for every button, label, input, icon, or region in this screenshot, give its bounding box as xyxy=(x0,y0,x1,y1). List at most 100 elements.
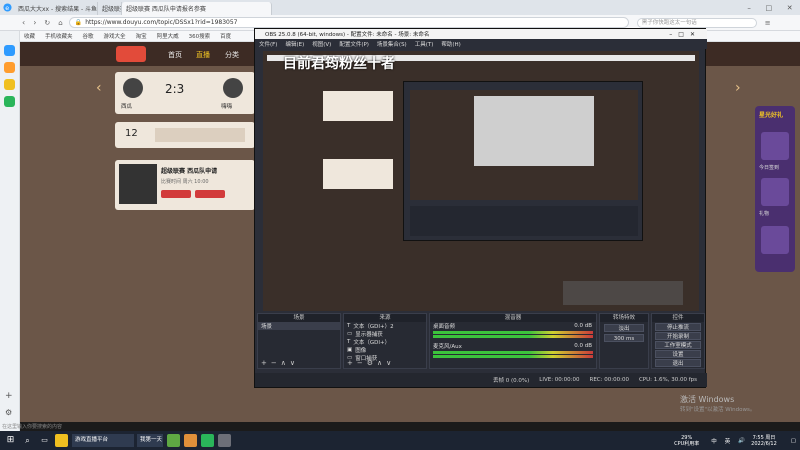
home-icon[interactable]: ⌂ xyxy=(58,19,62,27)
match-card[interactable]: 2:3 西瓜 嗨嗨 xyxy=(115,72,255,114)
tab-active-page[interactable]: 超级联赛 西瓜队申请报名参赛 xyxy=(122,2,272,15)
studio-mode-button[interactable]: 工作室模式 xyxy=(655,341,701,349)
back-icon[interactable]: ‹ xyxy=(22,18,25,27)
refresh-icon[interactable]: ↻ xyxy=(44,19,50,27)
close-icon[interactable]: ✕ xyxy=(787,4,793,12)
menu-tools[interactable]: 工具(T) xyxy=(415,40,434,48)
menu-file[interactable]: 文件(F) xyxy=(259,40,277,48)
controls-dock-header: 控件 xyxy=(652,314,704,322)
scenes-dock-toolbar[interactable]: +−∧∨ xyxy=(261,359,299,367)
wechat-icon[interactable] xyxy=(201,434,214,447)
bookmark-item[interactable]: 淘宝 xyxy=(136,32,147,40)
obs-status-bar: 丢帧 0 (0.0%) LIVE: 00:00:00 REC: 00:00:00… xyxy=(255,373,707,387)
event-item[interactable] xyxy=(761,178,789,206)
obs-titlebar: OBS 25.0.8 (64-bit, windows) - 配置文件: 未命名… xyxy=(255,29,707,39)
minimize-icon[interactable]: – xyxy=(747,4,751,12)
carousel-next-icon[interactable]: › xyxy=(735,80,741,96)
sidebar-mail-icon[interactable] xyxy=(4,79,15,90)
carousel-prev-icon[interactable]: ‹ xyxy=(96,80,102,96)
start-icon[interactable]: ⊞ xyxy=(4,434,17,447)
transition-duration[interactable]: 300 ms xyxy=(604,334,644,342)
volume-icon[interactable]: 🔊 xyxy=(738,438,745,444)
bookmark-item[interactable]: 谷歌 xyxy=(83,32,94,40)
sidebar-app-icon[interactable] xyxy=(4,96,15,107)
bookmark-item[interactable]: 游戏大全 xyxy=(104,32,126,40)
sidebar-game-icon[interactable] xyxy=(4,62,15,73)
bookmark-item[interactable]: 阿里大威 xyxy=(157,32,179,40)
obs-window-controls[interactable]: –□✕ xyxy=(669,31,701,38)
bookmark-item[interactable]: 手机收藏夹 xyxy=(45,32,73,40)
settings-button[interactable]: 设置 xyxy=(655,350,701,358)
browser-sidebar: + ⚙ xyxy=(0,31,20,431)
search-input[interactable]: 黑子你快跑这太一句话 xyxy=(636,17,757,28)
sidebar-add-icon[interactable]: + xyxy=(5,391,13,401)
exit-button[interactable]: 退出 xyxy=(655,359,701,367)
bookmark-item[interactable]: 百度 xyxy=(220,32,231,40)
forward-icon[interactable]: › xyxy=(33,18,36,27)
menu-scene-collection[interactable]: 场景集合(S) xyxy=(377,40,407,48)
team-right-logo xyxy=(223,78,243,98)
source-item[interactable]: T 文本（GDI+）2 xyxy=(344,322,426,330)
browser-logo-icon[interactable]: e xyxy=(0,1,14,14)
menu-edit[interactable]: 编辑(E) xyxy=(285,40,304,48)
tab-search-results[interactable]: 西瓜大大xx - 搜索结果 - 斗鱼 xyxy=(14,2,98,15)
preview-camera xyxy=(563,281,683,305)
url-text: https://www.douyu.com/topic/DSSx1?rid=19… xyxy=(85,19,238,26)
source-item[interactable]: ▣ 图像 xyxy=(344,346,426,354)
obs-icon[interactable] xyxy=(218,434,231,447)
source-item[interactable]: ▭ 显示器捕获 xyxy=(344,330,426,338)
ime-indicator[interactable]: 中 xyxy=(711,437,717,445)
svg-text:e: e xyxy=(5,5,9,12)
mixer-track: 麦克风/Aux 0.0 dB xyxy=(430,342,596,350)
maximize-icon[interactable]: □ xyxy=(765,4,772,12)
url-input[interactable]: 🔒 https://www.douyu.com/topic/DSSx1?rid=… xyxy=(68,17,629,28)
taskbar-app-icon[interactable] xyxy=(184,434,197,447)
bookmark-item[interactable]: 收藏 xyxy=(24,32,35,40)
task-view-icon[interactable]: ▭ xyxy=(38,434,51,447)
lang-indicator[interactable]: 英 xyxy=(725,437,731,445)
event-item[interactable] xyxy=(761,132,789,160)
start-recording-button[interactable]: 开始录制 xyxy=(655,332,701,340)
menu-view[interactable]: 视图(V) xyxy=(312,40,331,48)
file-explorer-icon[interactable] xyxy=(55,434,68,447)
menu-icon[interactable]: ≡ xyxy=(765,19,771,27)
activation-subtitle: 转到"设置"以激活 Windows。 xyxy=(680,407,756,413)
taskbar-app-window[interactable]: 我第一天 xyxy=(137,434,163,447)
preview-promo-card xyxy=(323,159,393,189)
sources-dock-toolbar[interactable]: +−⚙∧∨ xyxy=(347,359,395,367)
taskbar-app-browser[interactable]: 游戏直播平台 xyxy=(72,434,134,447)
promo-button[interactable] xyxy=(195,190,225,198)
obs-window[interactable]: OBS 25.0.8 (64-bit, windows) - 配置文件: 未命名… xyxy=(254,28,707,388)
menu-help[interactable]: 帮助(H) xyxy=(441,40,460,48)
lock-icon: 🔒 xyxy=(74,19,83,26)
nav-home[interactable]: 首页 xyxy=(168,50,182,60)
taskbar-app-icon[interactable] xyxy=(167,434,180,447)
menu-profile[interactable]: 配置文件(P) xyxy=(339,40,369,48)
promo-button[interactable] xyxy=(161,190,191,198)
rank-card: 12 xyxy=(115,122,255,148)
event-item[interactable] xyxy=(761,226,789,254)
sidebar-settings-icon[interactable]: ⚙ xyxy=(5,408,12,417)
bookmark-item[interactable]: 360搜索 xyxy=(189,32,211,40)
window-controls[interactable]: – □ ✕ xyxy=(740,4,800,12)
promo-subtitle: 比赛时间 周六 10:00 xyxy=(161,179,209,185)
event-widget[interactable]: 星光好礼 今日签到 礼物 xyxy=(755,106,795,272)
nav-category[interactable]: 分类 xyxy=(225,50,239,60)
preview-nested-window xyxy=(474,96,594,166)
sources-dock-header: 来源 xyxy=(344,314,426,322)
tab-douyu[interactable]: 超级联赛 - 斗鱼直播 xyxy=(98,2,122,15)
transition-select[interactable]: 淡出 xyxy=(604,324,644,332)
site-logo[interactable] xyxy=(116,46,146,62)
promo-avatar xyxy=(119,164,157,204)
clock[interactable]: 7:55 周日 2022/6/12 xyxy=(751,435,777,447)
nav-live[interactable]: 直播 xyxy=(196,50,210,60)
scene-item[interactable]: 场景 xyxy=(258,322,340,330)
stop-stream-button[interactable]: 停止推流 xyxy=(655,323,701,331)
search-icon[interactable]: ⌕ xyxy=(21,434,34,447)
source-item[interactable]: T 文本（GDI+） xyxy=(344,338,426,346)
obs-preview[interactable]: 目前君筠粉丝十者 xyxy=(263,51,699,311)
sidebar-home-icon[interactable] xyxy=(4,45,15,56)
notification-icon[interactable]: ▢ xyxy=(791,438,796,444)
promo-card[interactable]: 超级联赛 西瓜队申请 比赛时间 周六 10:00 xyxy=(115,160,255,210)
cpu-label: CPU利用率 xyxy=(674,440,700,447)
